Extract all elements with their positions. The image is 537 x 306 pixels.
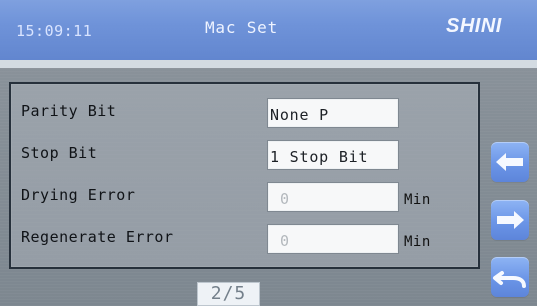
return-arrow-icon <box>493 271 526 288</box>
header-divider <box>0 60 537 68</box>
drying-error-field[interactable]: 0 <box>267 182 399 212</box>
arrow-right-icon <box>497 211 524 229</box>
regenerate-error-field[interactable]: 0 <box>267 224 399 254</box>
parity-bit-label: Parity Bit <box>21 102 117 120</box>
drying-error-unit: Min <box>404 192 431 208</box>
arrow-left-icon <box>496 153 523 171</box>
parity-bit-field[interactable]: None P <box>267 98 399 128</box>
clock-text: 15:09:11 <box>16 22 93 40</box>
parity-bit-row: Parity Bit None P <box>11 94 478 128</box>
drying-error-value: 0 <box>280 190 290 208</box>
settings-panel: Parity Bit None P Stop Bit 1 Stop Bit Dr… <box>9 82 480 269</box>
stop-bit-label: Stop Bit <box>21 144 98 162</box>
brand-logo: SHINI <box>446 15 502 37</box>
regenerate-error-label: Regenerate Error <box>21 228 174 246</box>
stop-bit-value: 1 Stop Bit <box>270 148 369 166</box>
next-page-button[interactable] <box>491 200 529 240</box>
stop-bit-field[interactable]: 1 Stop Bit <box>267 140 399 170</box>
regenerate-error-value: 0 <box>280 232 290 250</box>
mac-set-screen: 15:09:11 Mac Set SHINI Parity Bit None P… <box>0 0 537 306</box>
page-title: Mac Set <box>205 18 279 37</box>
drying-error-label: Drying Error <box>21 186 136 204</box>
parity-bit-value: None P <box>270 106 329 124</box>
header-bar: 15:09:11 Mac Set SHINI <box>0 0 537 60</box>
stop-bit-row: Stop Bit 1 Stop Bit <box>11 136 478 170</box>
regenerate-error-unit: Min <box>404 234 431 250</box>
return-button[interactable] <box>491 257 529 297</box>
drying-error-row: Drying Error 0 Min <box>11 178 478 212</box>
previous-page-button[interactable] <box>491 142 529 182</box>
regenerate-error-row: Regenerate Error 0 Min <box>11 220 478 254</box>
page-indicator: 2/5 <box>197 282 260 306</box>
